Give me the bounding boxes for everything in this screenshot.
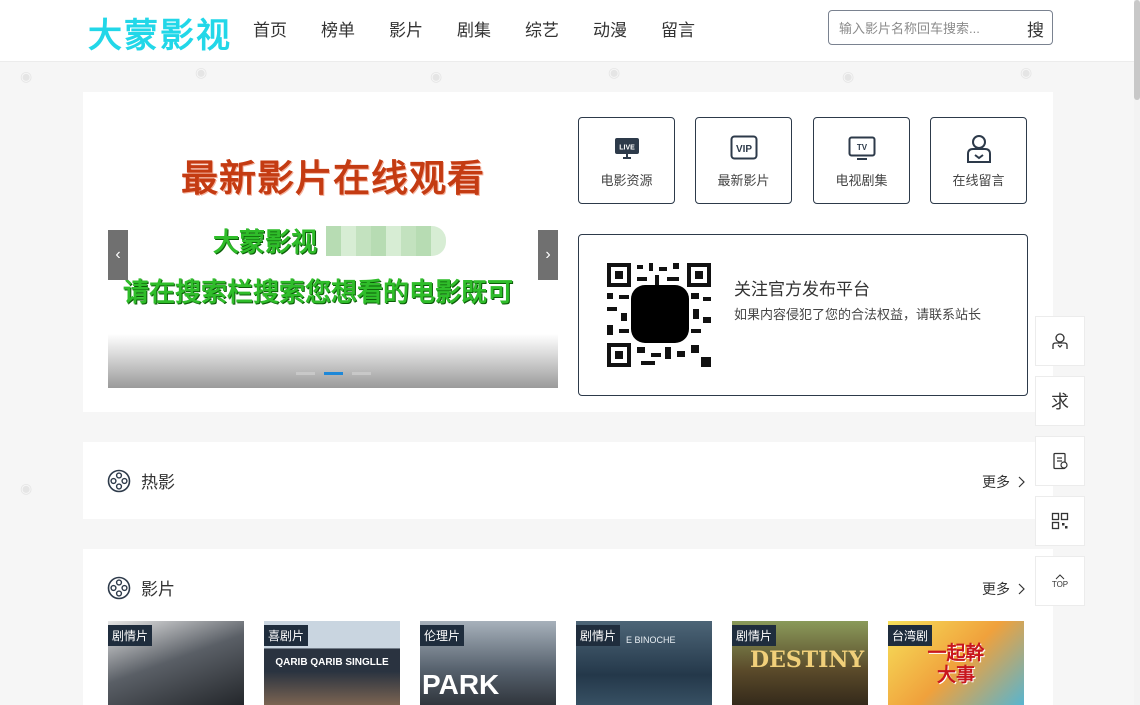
poster-title-art: E BINOCHE xyxy=(626,635,676,645)
section-hot-movies: 热影 更多 xyxy=(83,442,1053,519)
quick-link-latest[interactable]: VIP 最新影片 xyxy=(695,117,792,204)
nav-rankings[interactable]: 榜单 xyxy=(304,0,372,62)
banner-dots xyxy=(296,372,371,375)
banner-prev-button[interactable]: ‹ xyxy=(108,230,128,280)
more-label: 更多 xyxy=(982,581,1010,597)
watermark-eye-icon: ◉ xyxy=(20,480,33,496)
side-request-button[interactable]: 求 xyxy=(1035,376,1085,426)
nav-home[interactable]: 首页 xyxy=(236,0,304,62)
watermark-eye-icon: ◉ xyxy=(20,68,33,84)
poster-genre-tag: 伦理片 xyxy=(420,625,465,646)
quick-link-label: 电影资源 xyxy=(600,173,653,188)
banner-site-name: 大蒙影视 xyxy=(213,228,318,258)
banner-title: 最新影片在线观看 xyxy=(181,158,485,199)
section-movies: 影片 更多 剧情片 喜剧片 QARIB QARIB SINGLLE 伦理片 PA… xyxy=(83,549,1053,705)
watermark-eye-icon: ◉ xyxy=(1020,64,1033,80)
quick-link-movies[interactable]: LIVE 电影资源 xyxy=(578,117,675,204)
watermark-eye-icon: ◉ xyxy=(842,68,855,84)
nav-series[interactable]: 剧集 xyxy=(440,0,508,62)
top-header: 大蒙影视 首页 榜单 影片 剧集 综艺 动漫 留言 搜 xyxy=(0,0,1140,62)
chevron-right-icon xyxy=(1018,476,1025,488)
page-scrollbar[interactable] xyxy=(1134,0,1140,705)
watermark-eye-icon: ◉ xyxy=(608,64,621,80)
film-reel-icon xyxy=(107,576,131,599)
chevron-right-icon xyxy=(1018,583,1025,595)
scrollbar-thumb[interactable] xyxy=(1134,0,1140,100)
side-user-button[interactable] xyxy=(1035,316,1085,366)
section-header: 热影 xyxy=(107,468,175,493)
live-icon: LIVE xyxy=(579,134,674,164)
poster-genre-tag: 喜剧片 xyxy=(264,625,309,646)
follow-description: 如果内容侵犯了您的合法权益，请联系站长 xyxy=(734,307,982,322)
movie-poster[interactable]: 剧情片 DESTINY xyxy=(732,621,868,705)
tv-icon: TV xyxy=(814,134,909,164)
quick-link-label: 在线留言 xyxy=(952,173,1005,188)
poster-genre-tag: 剧情片 xyxy=(108,625,153,646)
follow-title: 关注官方发布平台 xyxy=(734,280,870,299)
movie-poster[interactable]: 剧情片 xyxy=(108,621,244,705)
watermark-eye-icon: ◉ xyxy=(195,64,208,80)
poster-title-art: 一起幹大事 xyxy=(927,643,985,686)
search-box: 搜 xyxy=(828,10,1053,45)
movie-poster[interactable]: 伦理片 PARK xyxy=(420,621,556,705)
quick-link-label: 最新影片 xyxy=(717,173,770,188)
more-link[interactable]: 更多 xyxy=(982,472,1025,492)
movie-poster[interactable]: 剧情片 E BINOCHE xyxy=(576,621,712,705)
qr-code-icon xyxy=(607,263,711,367)
site-logo[interactable]: 大蒙影视 xyxy=(88,8,232,57)
nav-variety[interactable]: 综艺 xyxy=(508,0,576,62)
top-label: TOP xyxy=(1051,579,1069,589)
poster-genre-tag: 剧情片 xyxy=(576,625,621,646)
document-icon xyxy=(1053,452,1068,470)
svg-text:VIP: VIP xyxy=(735,144,751,155)
search-input[interactable] xyxy=(839,17,1009,39)
quick-link-message[interactable]: 在线留言 xyxy=(930,117,1027,204)
movie-poster[interactable]: 台湾剧 一起幹大事 xyxy=(888,621,1024,705)
vip-icon: VIP xyxy=(696,134,791,164)
more-link[interactable]: 更多 xyxy=(982,579,1025,599)
main-nav: 首页 榜单 影片 剧集 综艺 动漫 留言 xyxy=(236,0,712,62)
banner-instruction: 请在搜索栏搜索您想看的电影既可 xyxy=(123,278,514,308)
quick-link-label: 电视剧集 xyxy=(835,173,888,188)
user-icon xyxy=(1052,333,1068,349)
search-button[interactable]: 搜 xyxy=(1027,16,1044,41)
poster-title-art: QARIB QARIB SINGLLE xyxy=(275,657,389,668)
nav-movies[interactable]: 影片 xyxy=(372,0,440,62)
section-title: 热影 xyxy=(141,473,175,492)
nav-anime[interactable]: 动漫 xyxy=(576,0,644,62)
watermark-eye-icon: ◉ xyxy=(430,68,443,84)
film-reel-icon xyxy=(107,469,131,492)
svg-text:TV: TV xyxy=(856,143,867,152)
banner-redacted-block xyxy=(326,226,446,256)
side-top-button[interactable]: TOP xyxy=(1035,556,1085,606)
banner-dot-active[interactable] xyxy=(324,372,343,375)
banner-next-button[interactable]: › xyxy=(538,230,558,280)
banner-dot[interactable] xyxy=(352,372,371,375)
side-qr-button[interactable] xyxy=(1035,496,1085,546)
side-document-button[interactable] xyxy=(1035,436,1085,486)
more-label: 更多 xyxy=(982,474,1010,490)
nav-messages[interactable]: 留言 xyxy=(644,0,712,62)
poster-genre-tag: 剧情片 xyxy=(732,625,777,646)
poster-row: 剧情片 喜剧片 QARIB QARIB SINGLLE 伦理片 PARK 剧情片… xyxy=(108,621,1024,705)
banner-carousel[interactable]: 最新影片在线观看 大蒙影视 请在搜索栏搜索您想看的电影既可 ‹ › xyxy=(108,118,558,388)
follow-platform-card: 关注官方发布平台 如果内容侵犯了您的合法权益，请联系站长 xyxy=(578,234,1028,396)
poster-title-art: DESTINY xyxy=(750,647,865,673)
movie-poster[interactable]: 喜剧片 QARIB QARIB SINGLLE xyxy=(264,621,400,705)
section-header: 影片 xyxy=(107,575,175,600)
section-title: 影片 xyxy=(141,580,175,599)
svg-text:LIVE: LIVE xyxy=(619,145,635,152)
quick-link-tv[interactable]: TV 电视剧集 xyxy=(813,117,910,204)
user-message-icon xyxy=(931,134,1026,164)
banner-dot[interactable] xyxy=(296,372,315,375)
poster-title-art: PARK xyxy=(422,669,500,700)
qr-icon xyxy=(1051,512,1069,530)
